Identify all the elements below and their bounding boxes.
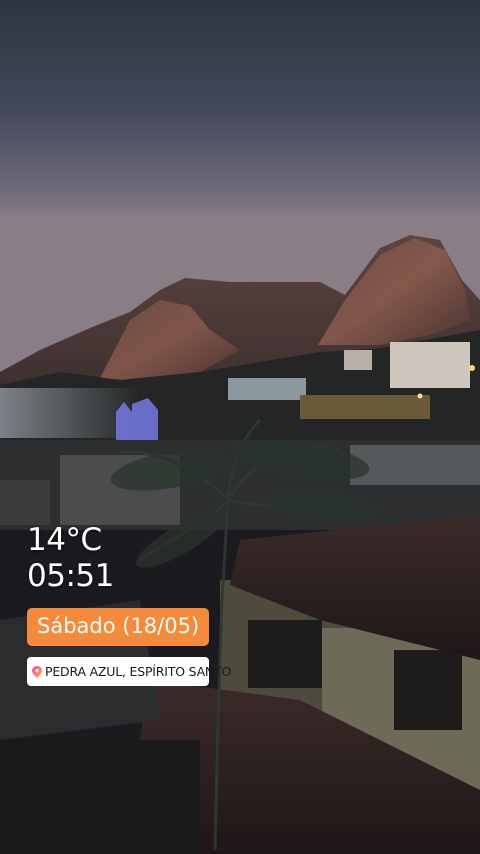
dawn-mountain-photo	[0, 0, 480, 854]
temperature-label: 14°C	[27, 522, 102, 558]
story-overlay: 14°C 05:51 Sábado (18/05) PEDRA AZUL, ES…	[27, 522, 231, 686]
map-pin-icon	[32, 665, 42, 678]
story-frame: 14°C 05:51 Sábado (18/05) PEDRA AZUL, ES…	[0, 0, 480, 854]
day-sticker[interactable]: Sábado (18/05)	[27, 608, 210, 646]
time-label: 05:51	[27, 558, 114, 594]
location-label: PEDRA AZUL, ESPÍRITO SANTO	[45, 664, 232, 679]
location-sticker[interactable]: PEDRA AZUL, ESPÍRITO SANTO	[27, 657, 231, 686]
